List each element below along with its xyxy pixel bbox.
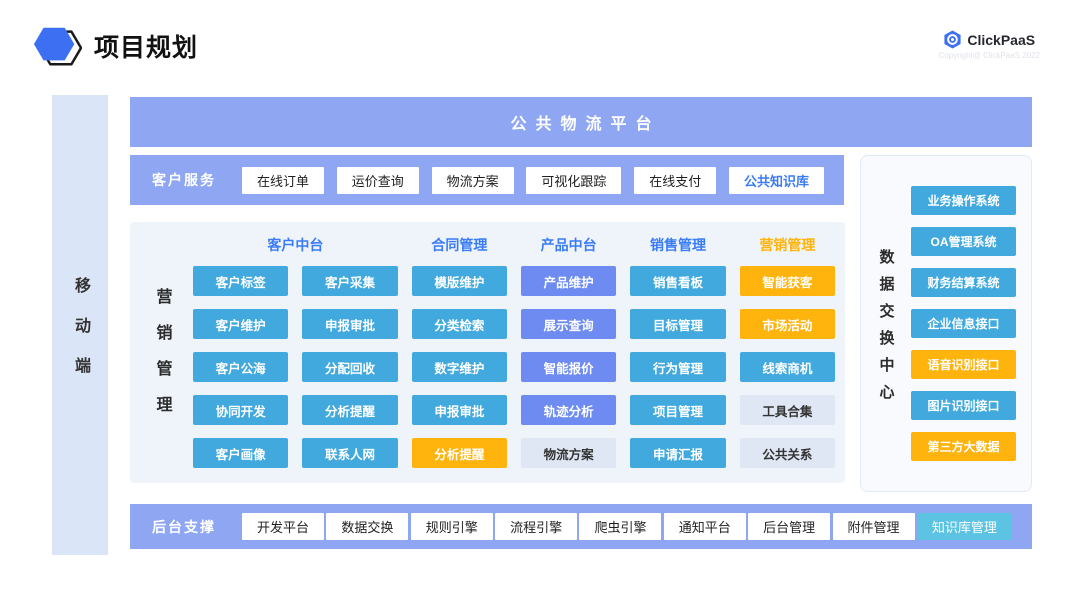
data-exchange-box: 财务结算系统 (911, 268, 1016, 297)
module-column-header: 合同管理 (412, 235, 507, 255)
module-column-header: 营销管理 (740, 235, 835, 255)
data-exchange-box: 企业信息接口 (911, 309, 1016, 338)
module-column-header: 产品中台 (521, 235, 616, 255)
data-exchange-panel: 数据交换中心 业务操作系统 OA管理系统财务结算系统企业信息接口语音识别接口图片识… (860, 155, 1032, 492)
module-box: 产品维护 (521, 266, 616, 296)
clickpaas-logo-icon (943, 30, 962, 49)
module-box: 分析提醒 (302, 395, 397, 425)
marketing-management-panel: 营销管理 客户中台合同管理产品中台销售管理营销管理 客户标签客户采集模版维护产品… (130, 222, 845, 483)
marketing-management-label: 营销管理 (150, 288, 174, 432)
clickpaas-logo: ClickPaaS Copyright@ ClickPaaS 2022 (938, 30, 1040, 60)
data-exchange-side: 数据交换中心 (861, 156, 911, 491)
backend-support-row: 后台支撑 开发平台数据交换规则引擎流程引擎爬虫引擎通知平台后台管理附件管理知识库… (130, 504, 1032, 549)
module-box: 客户维护 (193, 309, 288, 339)
module-box: 申报审批 (302, 309, 397, 339)
module-box: 客户采集 (302, 266, 397, 296)
data-exchange-box: OA管理系统 (911, 227, 1016, 256)
module-box: 申报审批 (412, 395, 507, 425)
customer-service-box: 在线支付 (634, 167, 716, 194)
module-box: 工具合集 (740, 395, 835, 425)
data-exchange-items: 业务操作系统 OA管理系统财务结算系统企业信息接口语音识别接口图片识别接口第三方大… (911, 156, 1031, 491)
backend-support-box: 附件管理 (833, 513, 915, 540)
module-box: 轨迹分析 (521, 395, 616, 425)
customer-service-box: 运价查询 (337, 167, 419, 194)
backend-support-box: 流程引擎 (495, 513, 577, 540)
customer-service-buttons: 在线订单运价查询物流方案可视化跟踪在线支付公共知识库 (242, 167, 824, 194)
customer-service-label: 客户服务 (152, 170, 216, 190)
data-exchange-label: 数据交换中心 (876, 249, 897, 411)
module-box: 展示查询 (521, 309, 616, 339)
module-box: 客户标签 (193, 266, 288, 296)
module-column-headers: 客户中台合同管理产品中台销售管理营销管理 (193, 232, 835, 258)
module-grid: 客户标签客户采集模版维护产品维护销售看板智能获客客户维护申报审批分类检索展示查询… (193, 266, 835, 468)
module-box: 协同开发 (193, 395, 288, 425)
backend-support-buttons: 开发平台数据交换规则引擎流程引擎爬虫引擎通知平台后台管理附件管理知识库管理 (242, 513, 1012, 540)
module-box: 联系人网 (302, 438, 397, 468)
module-box: 公共关系 (740, 438, 835, 468)
backend-support-box: 开发平台 (242, 513, 324, 540)
project-plan-diagram: 项目规划 ClickPaaS Copyright@ ClickPaaS 2022… (0, 0, 1080, 608)
data-exchange-box: 业务操作系统 (911, 186, 1016, 215)
customer-service-box: 公共知识库 (729, 167, 824, 194)
module-box: 客户画像 (193, 438, 288, 468)
module-box: 数字维护 (412, 352, 507, 382)
module-grid-area: 客户中台合同管理产品中台销售管理营销管理 客户标签客户采集模版维护产品维护销售看… (193, 230, 835, 469)
module-box: 项目管理 (630, 395, 725, 425)
module-box: 智能获客 (740, 266, 835, 296)
module-box: 分配回收 (302, 352, 397, 382)
backend-support-box: 后台管理 (748, 513, 830, 540)
mobile-side-bar: 移动端 (52, 95, 108, 555)
module-box: 申请汇报 (630, 438, 725, 468)
copyright-text: Copyright@ ClickPaaS 2022 (938, 51, 1040, 60)
module-box: 分类检索 (412, 309, 507, 339)
customer-service-box: 可视化跟踪 (526, 167, 621, 194)
page-title: 项目规划 (94, 28, 198, 64)
data-exchange-box: 语音识别接口 (911, 350, 1016, 379)
backend-support-box: 通知平台 (664, 513, 746, 540)
mobile-side-bar-label: 移动端 (68, 277, 92, 397)
module-box: 物流方案 (521, 438, 616, 468)
top-banner-label: 公共物流平台 (501, 110, 660, 134)
module-column-header: 客户中台 (193, 235, 398, 255)
customer-service-box: 物流方案 (432, 167, 514, 194)
data-exchange-box: 图片识别接口 (911, 391, 1016, 420)
backend-support-label: 后台支撑 (152, 517, 216, 537)
module-box: 线索商机 (740, 352, 835, 382)
module-box: 目标管理 (630, 309, 725, 339)
module-box: 分析提醒 (412, 438, 507, 468)
data-exchange-box: 第三方大数据 (911, 432, 1016, 461)
module-box: 行为管理 (630, 352, 725, 382)
marketing-management-side: 营销管理 (130, 230, 193, 469)
backend-support-box: 爬虫引擎 (579, 513, 661, 540)
module-box: 智能报价 (521, 352, 616, 382)
backend-support-box: 规则引擎 (411, 513, 493, 540)
top-banner: 公共物流平台 (130, 97, 1032, 147)
logo-text: ClickPaaS (967, 32, 1035, 48)
module-column-header: 销售管理 (630, 235, 725, 255)
module-box: 销售看板 (630, 266, 725, 296)
customer-service-box: 在线订单 (242, 167, 324, 194)
module-box: 模版维护 (412, 266, 507, 296)
hexagon-icon (32, 22, 82, 70)
module-box: 市场活动 (740, 309, 835, 339)
customer-service-row: 客户服务 在线订单运价查询物流方案可视化跟踪在线支付公共知识库 (130, 155, 844, 205)
backend-support-box: 数据交换 (326, 513, 408, 540)
backend-support-box: 知识库管理 (917, 513, 1012, 540)
module-box: 客户公海 (193, 352, 288, 382)
